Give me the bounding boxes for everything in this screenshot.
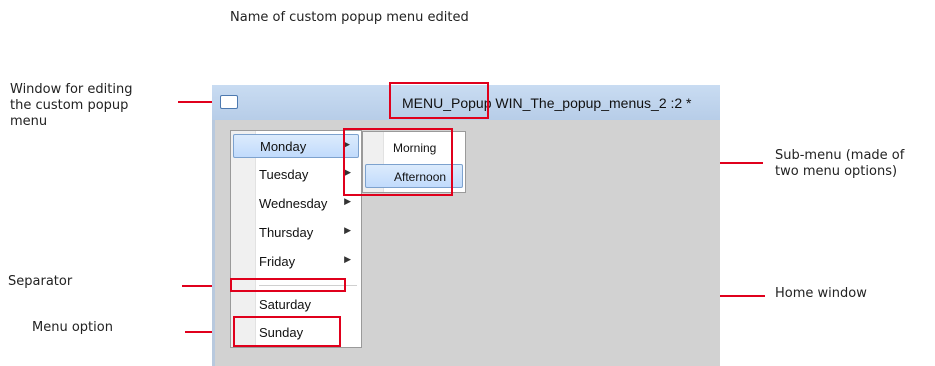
menu-item-label: Sunday	[259, 325, 304, 340]
menu-item-label: Friday	[259, 254, 296, 269]
annotation-submenu-line1: Sub-menu (made of	[775, 148, 905, 163]
annotation-submenu: Sub-menu (made of two menu options)	[775, 148, 904, 180]
window-titlebar[interactable]: MENU_Popup WIN_The_popup_menus_2 :2 *	[212, 85, 720, 121]
menu-item-friday[interactable]: Friday ▶	[233, 250, 359, 274]
submenu-arrow-icon: ▶	[344, 254, 351, 264]
submenu-item-label: Afternoon	[394, 170, 447, 184]
submenu-arrow-icon: ▶	[344, 196, 351, 206]
menu-item-label: Wednesday	[259, 196, 328, 211]
sub-menu: Morning Afternoon	[362, 131, 466, 193]
annotation-window: Window for editing the custom popup menu	[10, 82, 132, 130]
menu-item-thursday[interactable]: Thursday ▶	[233, 221, 359, 245]
annotation-home-window: Home window	[775, 286, 867, 301]
popup-menu: Monday ▶ Tuesday ▶ Wednesday ▶ Thursday …	[230, 130, 362, 348]
caption-menu-name: Name of custom popup menu edited	[230, 10, 469, 25]
window-icon	[220, 95, 238, 109]
submenu-item-label: Morning	[393, 141, 437, 155]
menu-item-label: Thursday	[259, 225, 314, 240]
annotation-window-line3: menu	[10, 114, 48, 129]
submenu-item-afternoon[interactable]: Afternoon	[365, 164, 463, 188]
annotation-menu-option: Menu option	[32, 320, 113, 335]
annotation-window-line1: Window for editing	[10, 82, 133, 97]
menu-item-label: Monday	[260, 139, 307, 154]
window-left-border	[212, 120, 215, 366]
submenu-arrow-icon: ▶	[344, 225, 351, 235]
menu-item-label: Tuesday	[259, 167, 309, 182]
annotation-separator: Separator	[8, 274, 73, 289]
menu-separator	[259, 285, 357, 286]
submenu-item-morning[interactable]: Morning	[365, 136, 463, 160]
annotation-window-line2: the custom popup	[10, 98, 129, 113]
submenu-arrow-icon: ▶	[343, 139, 350, 149]
submenu-arrow-icon: ▶	[344, 167, 351, 177]
menu-item-label: Saturday	[259, 297, 312, 312]
window-title: MENU_Popup WIN_The_popup_menus_2 :2 *	[402, 95, 692, 111]
menu-item-sunday[interactable]: Sunday	[233, 321, 359, 345]
annotation-submenu-line2: two menu options)	[775, 164, 898, 179]
menu-item-saturday[interactable]: Saturday	[233, 293, 359, 317]
menu-item-monday[interactable]: Monday ▶	[233, 134, 359, 158]
menu-item-wednesday[interactable]: Wednesday ▶	[233, 192, 359, 216]
menu-item-tuesday[interactable]: Tuesday ▶	[233, 163, 359, 187]
